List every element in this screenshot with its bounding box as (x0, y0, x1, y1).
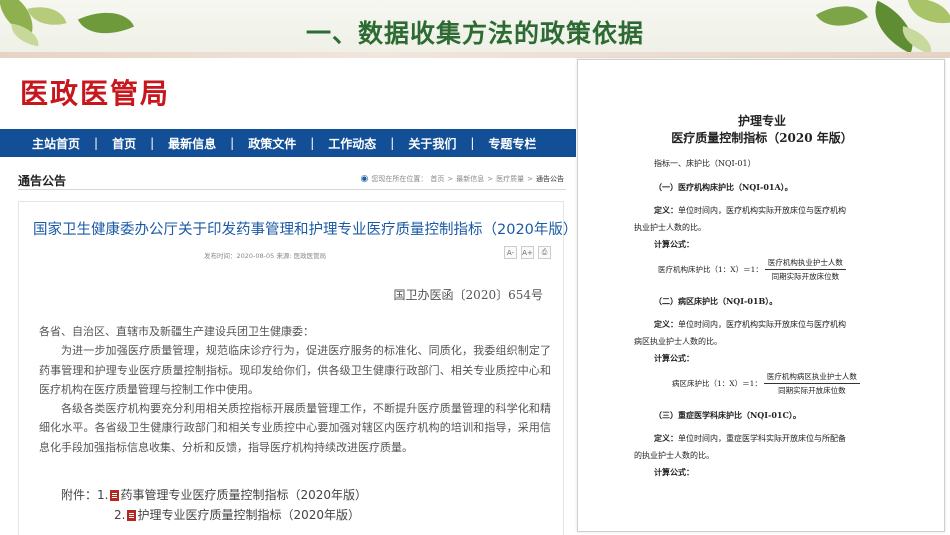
main-nav: 主站首页 | 首页 | 最新信息 | 政策文件 | 工作动态 | 关于我们 | … (0, 129, 576, 157)
breadcrumb-current: 通告公告 (536, 175, 564, 183)
attachments-label: 附件： (61, 488, 98, 502)
breadcrumb-link-latest[interactable]: 最新信息 (456, 174, 484, 184)
nav-item-latest[interactable]: 最新信息 (168, 135, 216, 152)
formula-label: 计算公式： (654, 467, 694, 477)
site-brand-logo[interactable]: 医政医管局 (20, 72, 170, 112)
fraction: 医疗机构病区执业护士人数 同期实际开放床位数 (763, 371, 860, 396)
indicator-document: 护理专业 医疗质量控制指标（2020 年版） 指标一、床护比（NQI-01） （… (577, 59, 945, 532)
formula-label: 计算公式： (654, 239, 694, 249)
fraction: 医疗机构执业护士人数 同期实际开放床位数 (764, 257, 846, 282)
pdf-file-icon (110, 489, 120, 501)
section-heading: （三）重症医学科床护比（NQI-01C）。 (654, 410, 801, 420)
definition-text: 病区执业护士人数的比。 (634, 337, 722, 346)
article-title: 国家卫生健康委办公厅关于印发药事管理和护理专业医疗质量控制指标（2020年版）的… (33, 222, 621, 238)
definition-text: 单位时间内，重症医学科实际开放床位与所配备 (678, 434, 846, 443)
chevron-right-icon: > (487, 175, 494, 183)
nav-separator: | (470, 136, 475, 150)
formula-left: 医疗机构床护比（1：X）＝1： (658, 265, 763, 274)
formula-label: 计算公式： (654, 353, 694, 363)
section-heading: （二）病区床护比（NQI-01B）。 (654, 296, 778, 306)
definition-text: 单位时间内，医疗机构实际开放床位与医疗机构 (678, 320, 846, 329)
pdf-file-icon (127, 509, 137, 521)
nav-separator: | (150, 136, 155, 150)
nav-item-about[interactable]: 关于我们 (408, 135, 456, 152)
section-heading: （一）医疗机构床护比（NQI-01A）。 (654, 182, 793, 192)
definition-line: 定义：单位时间内，重症医学科实际开放床位与所配备 (654, 433, 846, 444)
breadcrumb-prefix: 您现在所在位置： (371, 175, 428, 183)
fraction-denominator: 同期实际开放床位数 (771, 272, 840, 281)
definition-text: 的执业护士人数的比。 (634, 451, 714, 460)
definition-line: 定义：单位时间内，医疗机构实际开放床位与医疗机构 (654, 319, 846, 330)
nav-separator: | (94, 136, 99, 150)
definition-text: 执业护士人数的比。 (634, 223, 706, 232)
attachment-link[interactable]: 护理专业医疗质量控制指标（2020年版） (137, 505, 360, 525)
definition-text: 单位时间内，医疗机构实际开放床位与医疗机构 (678, 206, 846, 215)
font-increase-button[interactable]: A+ (521, 246, 534, 259)
website-panel: 医政医管局 主站首页 | 首页 | 最新信息 | 政策文件 | 工作动态 | 关… (0, 58, 621, 535)
formula: 病区床护比（1：X）＝1： 医疗机构病区执业护士人数 同期实际开放床位数 (672, 371, 860, 396)
fraction-numerator: 医疗机构病区执业护士人数 (763, 371, 860, 384)
attachment-link[interactable]: 药事管理专业医疗质量控制指标（2020年版） (120, 485, 367, 505)
section-title: 通告公告 (18, 174, 67, 188)
font-decrease-button[interactable]: A- (504, 246, 517, 259)
document-title-line1: 护理专业 (737, 114, 786, 128)
breadcrumb-bar: 通告公告 ◉ 您现在所在位置： 首页 > 最新信息 > 医疗质量 > 通告公告 (18, 168, 566, 190)
nav-separator: | (390, 136, 395, 150)
breadcrumb-link-home[interactable]: 首页 (430, 174, 444, 184)
nav-separator: | (310, 136, 315, 150)
formula-left: 病区床护比（1：X）＝1： (672, 379, 762, 388)
article-meta: 发布时间：2020-08-05 来源: 医政医管局 (204, 252, 327, 260)
indicator-heading: 指标一、床护比（NQI-01） (654, 159, 756, 168)
breadcrumb: ◉ 您现在所在位置： 首页 > 最新信息 > 医疗质量 > 通告公告 (361, 174, 564, 184)
definition-line: 定义：单位时间内，医疗机构实际开放床位与医疗机构 (654, 205, 846, 216)
attachment-row: 附件： 1. 药事管理专业医疗质量控制指标（2020年版） (61, 485, 367, 505)
definition-label: 定义： (654, 433, 678, 443)
chevron-right-icon: > (447, 175, 454, 183)
print-icon[interactable]: ⎙ (538, 246, 551, 259)
attachment-number: 1. (97, 488, 109, 502)
paragraph: 各级各类医疗机构要充分利用相关质控指标开展质量管理工作，不断提升医疗质量管理的科… (39, 402, 551, 454)
formula: 医疗机构床护比（1：X）＝1： 医疗机构执业护士人数 同期实际开放床位数 (658, 257, 846, 282)
nav-item-topics[interactable]: 专题专栏 (488, 135, 536, 152)
nav-item-work[interactable]: 工作动态 (328, 135, 376, 152)
slide-banner: 一、数据收集方法的政策依据 (0, 0, 950, 58)
nav-item-home[interactable]: 首页 (112, 135, 136, 152)
chevron-right-icon: > (527, 175, 533, 183)
nav-separator: | (230, 136, 235, 150)
attachment-number: 2. (114, 508, 126, 522)
salutation: 各省、自治区、直辖市及新疆生产建设兵团卫生健康委： (39, 325, 314, 338)
article-tools: A- A+ ⎙ (504, 246, 551, 259)
paragraph: 为进一步加强医疗质量管理，规范临床诊疗行为，促进医疗服务的标准化、同质化，我委组… (39, 344, 551, 396)
slide-title: 一、数据收集方法的政策依据 (305, 19, 644, 48)
attachments: 附件： 1. 药事管理专业医疗质量控制指标（2020年版） 2. 护理专业医疗质… (61, 485, 367, 525)
document-title-line2: 医疗质量控制指标（2020 年版） (671, 131, 853, 145)
nav-item-policy[interactable]: 政策文件 (248, 135, 296, 152)
nav-item-main-home[interactable]: 主站首页 (32, 135, 80, 152)
fraction-denominator: 同期实际开放床位数 (778, 386, 846, 395)
definition-label: 定义： (654, 319, 678, 329)
breadcrumb-link-quality[interactable]: 医疗质量 (496, 174, 524, 184)
fraction-numerator: 医疗机构执业护士人数 (764, 257, 846, 270)
document-number: 国卫办医函〔2020〕654号 (393, 288, 543, 302)
article-body: 各省、自治区、直辖市及新疆生产建设兵团卫生健康委： 为进一步加强医疗质量管理，规… (39, 322, 551, 457)
definition-label: 定义： (654, 205, 678, 215)
attachment-row: 2. 护理专业医疗质量控制指标（2020年版） (61, 505, 367, 525)
article-card: 国家卫生健康委办公厅关于印发药事管理和护理专业医疗质量控制指标（2020年版）的… (18, 201, 621, 535)
location-pin-icon: ◉ (360, 174, 369, 184)
